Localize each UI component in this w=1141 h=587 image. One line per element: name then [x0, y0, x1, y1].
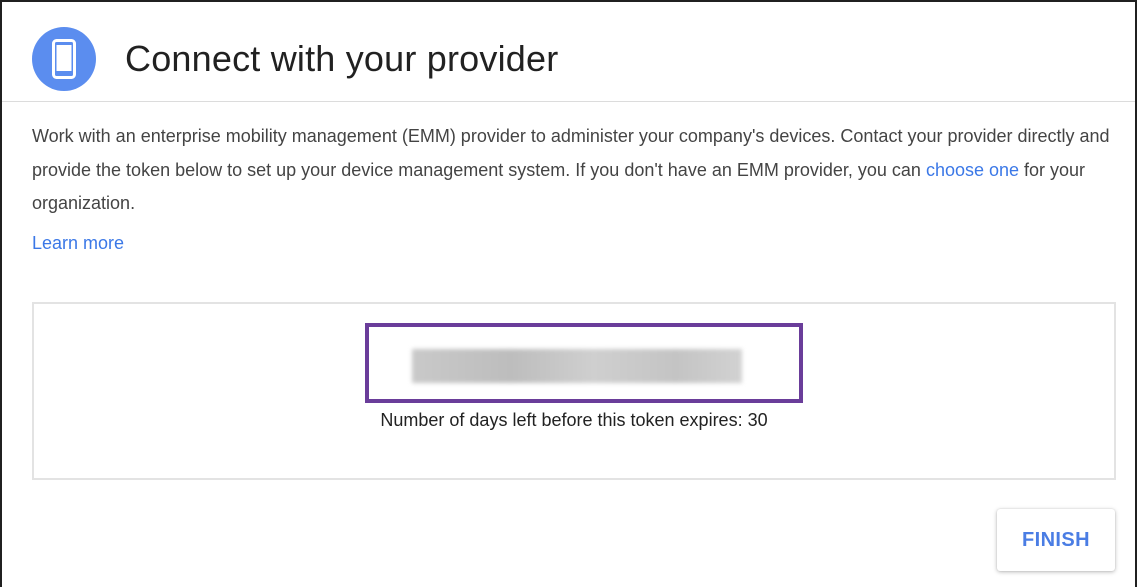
emm-provider-dialog: Connect with your provider Work with an … [0, 0, 1137, 587]
mobile-device-icon [32, 27, 96, 91]
learn-more-link[interactable]: Learn more [32, 233, 124, 254]
dialog-header: Connect with your provider [32, 27, 558, 91]
token-highlight-box [365, 323, 803, 403]
token-expiry-text: Number of days left before this token ex… [380, 410, 768, 430]
header-divider [2, 101, 1135, 102]
dialog-title: Connect with your provider [125, 38, 559, 79]
finish-button[interactable]: FINISH [997, 509, 1115, 571]
token-panel: Number of days left before this token ex… [32, 302, 1116, 480]
token-value-redacted[interactable] [412, 349, 742, 383]
choose-one-link[interactable]: choose one [926, 160, 1019, 180]
description-text: Work with an enterprise mobility managem… [32, 120, 1122, 221]
